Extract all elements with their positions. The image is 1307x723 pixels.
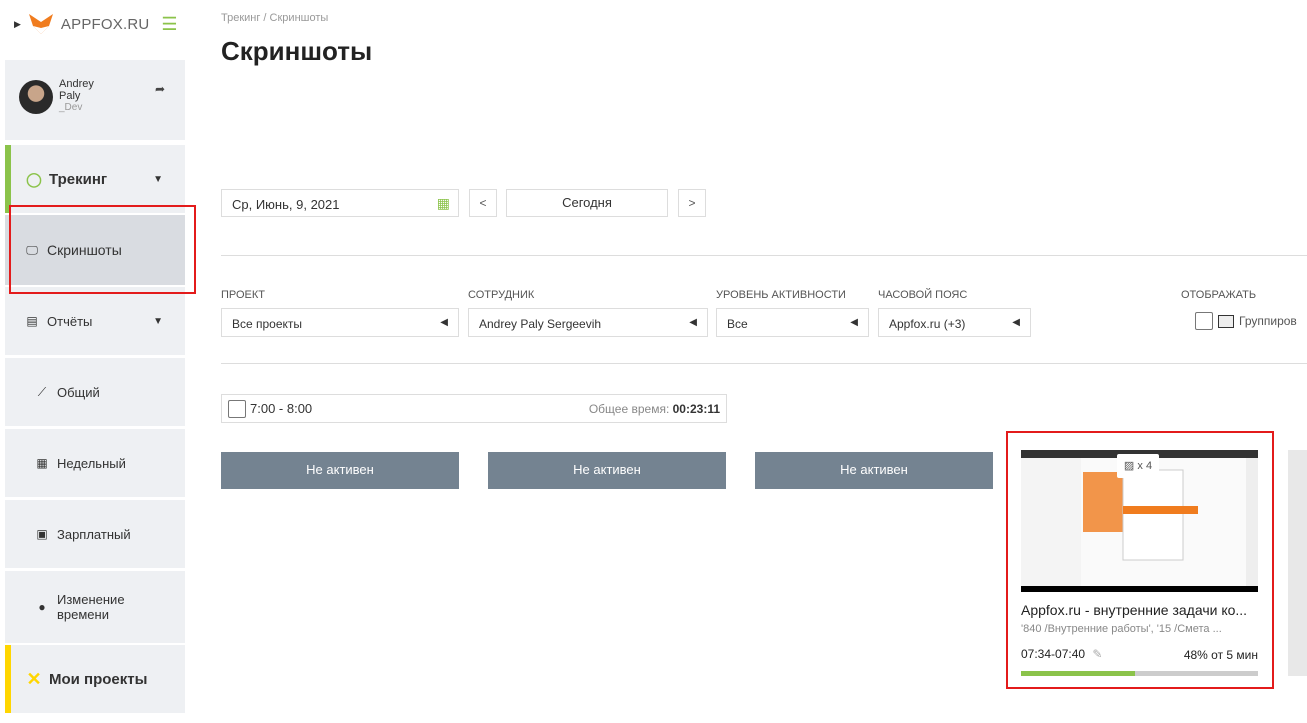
caret-down-icon: ▼ (153, 173, 163, 185)
today-button[interactable]: Сегодня (506, 189, 668, 217)
prev-day-button[interactable]: < (469, 189, 497, 217)
activity-select[interactable]: Все ◀ (716, 308, 869, 337)
menu-toggle-icon[interactable]: ☰ (161, 14, 177, 35)
employee-label: СОТРУДНИК (468, 289, 535, 301)
group-checkbox[interactable] (1195, 312, 1213, 330)
nav-salary-label: Зарплатный (57, 526, 131, 542)
timezone-value: Appfox.ru (+3) (889, 317, 966, 331)
nav-general-label: Общий (57, 384, 100, 400)
close-x-icon: ✕ (26, 668, 42, 689)
user-first-name: Andrey (59, 78, 94, 90)
hour-range: 7:00 - 8:00 (250, 401, 313, 416)
calendar-icon: ▦ (36, 456, 48, 470)
user-card: Andrey Paly _Dev ➦ (5, 60, 185, 140)
nav-weekly[interactable]: ▦ Недельный (5, 429, 185, 497)
nav-my-projects-label: Мои проекты (49, 670, 148, 688)
timezone-label: ЧАСОВОЙ ПОЯС (878, 289, 968, 301)
nav-tracking[interactable]: ◯ Трекинг ▼ (5, 145, 185, 213)
inactive-slot: Не активен (755, 452, 993, 489)
total-time-label: Общее время: (588, 401, 670, 416)
expand-arrow-icon[interactable]: ▶ (14, 19, 21, 30)
date-value: Ср, Июнь, 9, 2021 (232, 197, 340, 212)
group-option-label: Группиров (1239, 314, 1297, 328)
clock-icon: ● (38, 600, 46, 614)
line-chart-icon: ⟋ (37, 384, 47, 399)
circle-icon: ◯ (26, 170, 42, 187)
nav-time-change-line2: времени (57, 607, 109, 622)
fox-logo-icon (28, 14, 53, 34)
nav-salary[interactable]: ▣ Зарплатный (5, 500, 185, 568)
nav-reports-label: Отчёты (47, 313, 93, 329)
next-card-edge (1288, 450, 1307, 676)
next-day-button[interactable]: > (678, 189, 706, 217)
caret-left-icon: ◀ (689, 317, 697, 328)
nav-time-change-label: Изменение времени (57, 592, 125, 622)
caret-left-icon: ◀ (850, 317, 858, 328)
caret-down-icon: ▼ (153, 315, 163, 327)
display-label: ОТОБРАЖАТЬ (1181, 289, 1257, 301)
logo-text[interactable]: APPFOX.RU (61, 16, 149, 33)
nav-weekly-label: Недельный (57, 455, 126, 471)
logo-row: ▶ APPFOX.RU ☰ (0, 0, 185, 48)
activity-label: УРОВЕНЬ АКТИВНОСТИ (716, 289, 846, 301)
caret-left-icon: ◀ (1012, 317, 1020, 328)
timezone-select[interactable]: Appfox.ru (+3) ◀ (878, 308, 1031, 337)
nav-my-projects[interactable]: ✕ Мои проекты (5, 645, 185, 713)
inactive-slot: Не активен (488, 452, 726, 489)
page-title: Скриншоты (221, 36, 373, 66)
project-select[interactable]: Все проекты ◀ (221, 308, 459, 337)
highlight-frame-card (1006, 431, 1274, 689)
divider (221, 363, 1307, 364)
money-icon: ▣ (36, 527, 48, 541)
activity-value: Все (727, 317, 748, 331)
caret-left-icon: ◀ (440, 317, 448, 328)
project-label: ПРОЕКТ (221, 289, 266, 301)
date-picker[interactable]: Ср, Июнь, 9, 2021 ▦ (221, 189, 459, 217)
nav-time-change[interactable]: ● Изменение времени (5, 571, 185, 643)
divider (221, 255, 1307, 256)
highlight-frame-sidebar (9, 205, 196, 294)
employee-select[interactable]: Andrey Paly Sergeevih ◀ (468, 308, 708, 337)
hour-checkbox[interactable] (228, 399, 246, 418)
project-value: Все проекты (232, 317, 303, 331)
total-time-value: 00:23:11 (672, 401, 720, 416)
nav-time-change-line1: Изменение (57, 592, 125, 607)
nav-reports[interactable]: ▤ Отчёты ▼ (5, 287, 185, 355)
breadcrumb[interactable]: Трекинг / Скриншоты (221, 12, 328, 24)
user-last-name: Paly (59, 90, 81, 102)
hour-block: 7:00 - 8:00 Общее время: 00:23:11 (221, 394, 727, 423)
calendar-icon[interactable]: ▦ (437, 195, 450, 212)
logout-icon[interactable]: ➦ (155, 82, 165, 96)
sidebar: ▶ APPFOX.RU ☰ Andrey Paly _Dev ➦ ◯ Треки… (0, 0, 185, 723)
employee-value: Andrey Paly Sergeevih (479, 317, 602, 331)
image-icon (1218, 314, 1234, 328)
total-time: Общее время: 00:23:11 (589, 402, 720, 416)
nav-general[interactable]: ⟋ Общий (5, 358, 185, 426)
inactive-slot: Не активен (221, 452, 459, 489)
group-option: Группиров (1195, 312, 1297, 330)
nav-tracking-label: Трекинг (49, 170, 108, 188)
document-icon: ▤ (26, 314, 38, 328)
avatar[interactable] (19, 80, 53, 114)
user-role: _Dev (59, 102, 83, 113)
